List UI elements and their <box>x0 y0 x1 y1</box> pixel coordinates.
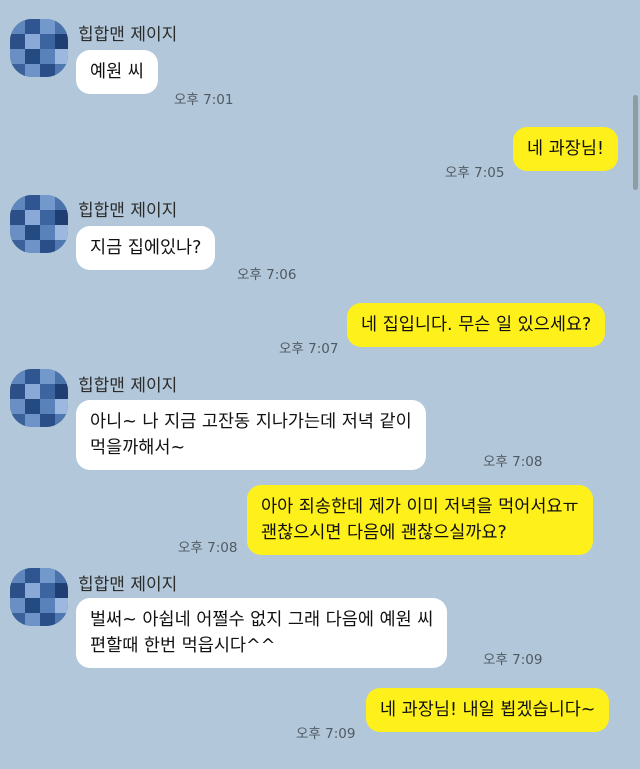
message-text: 예원 씨 <box>90 62 144 82</box>
message-text: 네 과장님! 내일 뵙겠습니다~ <box>380 700 596 720</box>
message-text: 아니~ 나 지금 고잔동 지나가는데 저녁 같이 <box>90 412 412 432</box>
message-timestamp: 오후 7:08 <box>178 540 238 556</box>
message-text: 벌써~ 아쉽네 어쩔수 없지 그래 다음에 예원 씨 <box>90 610 434 630</box>
message-timestamp: 오후 7:07 <box>279 341 339 357</box>
message-timestamp: 오후 7:09 <box>296 726 356 742</box>
sender-name: 힙합맨 제이지 <box>78 201 178 221</box>
scrollbar[interactable] <box>633 95 638 190</box>
outgoing-message-bubble[interactable]: 네 집입니다. 무슨 일 있으세요? <box>347 303 606 347</box>
outgoing-message-bubble[interactable]: 네 과장님! <box>513 127 618 171</box>
message-text: 괜찮으시면 다음에 괜찮으실까요? <box>261 523 507 543</box>
message-text: 지금 집에있나? <box>90 238 202 258</box>
avatar[interactable] <box>10 19 68 77</box>
message-text: 네 집입니다. 무슨 일 있으세요? <box>361 315 592 335</box>
message-text: 네 과장님! <box>527 139 604 159</box>
sender-name: 힙합맨 제이지 <box>78 575 178 595</box>
incoming-message-bubble[interactable]: 지금 집에있나? <box>76 226 216 270</box>
avatar[interactable] <box>10 568 68 626</box>
message-timestamp: 오후 7:05 <box>445 165 505 181</box>
message-timestamp: 오후 7:06 <box>237 267 297 283</box>
incoming-message-bubble[interactable]: 아니~ 나 지금 고잔동 지나가는데 저녁 같이 먹을까해서~ <box>76 400 426 470</box>
outgoing-message-bubble[interactable]: 네 과장님! 내일 뵙겠습니다~ <box>366 688 610 732</box>
message-timestamp: 오후 7:09 <box>483 652 543 668</box>
sender-name: 힙합맨 제이지 <box>78 25 178 45</box>
outgoing-message-bubble[interactable]: 아아 죄송한데 제가 이미 저녁을 먹어서요ㅠ 괜찮으시면 다음에 괜찮으실까요… <box>247 485 593 555</box>
incoming-message-bubble[interactable]: 예원 씨 <box>76 50 158 94</box>
message-timestamp: 오후 7:01 <box>174 92 234 108</box>
incoming-message-bubble[interactable]: 벌써~ 아쉽네 어쩔수 없지 그래 다음에 예원 씨 편할때 한번 먹읍시다^^ <box>76 598 448 668</box>
message-text: 편할때 한번 먹읍시다^^ <box>90 636 276 656</box>
avatar[interactable] <box>10 195 68 253</box>
message-timestamp: 오후 7:08 <box>483 454 543 470</box>
message-text: 아아 죄송한데 제가 이미 저녁을 먹어서요ㅠ <box>261 497 579 517</box>
avatar[interactable] <box>10 369 68 427</box>
message-text: 먹을까해서~ <box>90 438 186 458</box>
sender-name: 힙합맨 제이지 <box>78 376 178 396</box>
chat-room[interactable]: 힙합맨 제이지 예원 씨 오후 7:01 오후 7:05 네 과장님! 힙합맨 … <box>0 0 640 769</box>
